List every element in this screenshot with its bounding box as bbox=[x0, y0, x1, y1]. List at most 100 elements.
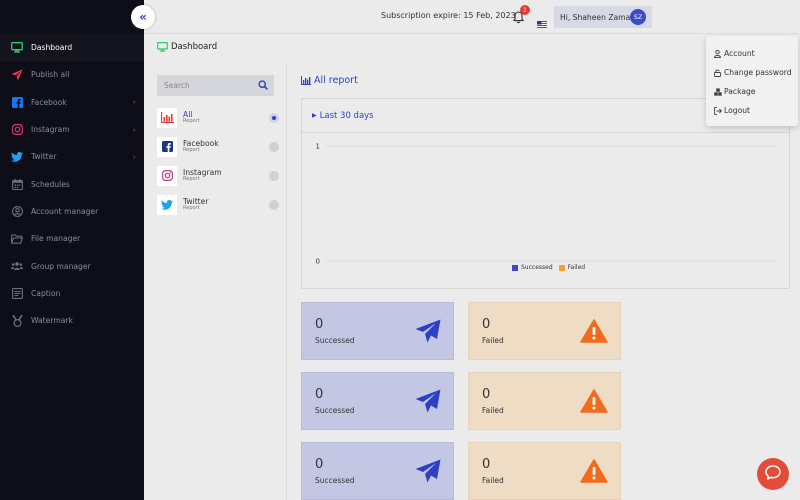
lock-icon bbox=[714, 69, 722, 77]
sidebar-item-label: Group manager bbox=[31, 261, 91, 271]
page-title: Dashboard bbox=[157, 42, 217, 52]
warning-icon bbox=[580, 389, 608, 417]
sidebar-item-label: File manager bbox=[31, 234, 81, 244]
filter-item-sub: Report bbox=[183, 117, 200, 124]
sidebar-item-label: Facebook bbox=[31, 97, 67, 107]
filter-item-all[interactable]: All Report bbox=[157, 105, 279, 130]
menu-item-change-password[interactable]: Change password bbox=[706, 63, 798, 82]
users-icon bbox=[11, 260, 23, 272]
twitter-icon bbox=[157, 194, 177, 215]
stat-card-failed: 0 Failed bbox=[468, 372, 621, 430]
stat-card-failed: 0 Failed bbox=[468, 442, 621, 500]
user-dropdown-menu: Account Change password Package Logout bbox=[706, 36, 798, 126]
bar-chart-icon bbox=[157, 107, 177, 128]
filter-radio[interactable] bbox=[269, 142, 279, 152]
filter-item-twitter[interactable]: Twitter Report bbox=[157, 192, 279, 217]
sidebar-item-dashboard[interactable]: Dashboard bbox=[0, 34, 144, 62]
stat-card-successed: 0 Successed bbox=[301, 302, 454, 360]
warning-icon bbox=[580, 319, 608, 347]
legend-label: Failed bbox=[567, 264, 586, 271]
bar-chart-icon bbox=[301, 76, 311, 85]
sidebar: Dashboard Publish all Facebook › Instagr… bbox=[0, 0, 144, 500]
sidebar-item-label: Schedules bbox=[31, 179, 70, 189]
chevron-right-icon: › bbox=[132, 152, 136, 162]
chart-plot-area: 10 Successed Failed bbox=[306, 133, 787, 283]
sidebar-item-file-manager[interactable]: File manager bbox=[0, 225, 144, 252]
period-label: Last 30 days bbox=[319, 110, 374, 121]
us-flag-icon[interactable] bbox=[537, 13, 547, 28]
menu-item-package[interactable]: Package bbox=[706, 82, 798, 101]
chart-legend: Successed Failed bbox=[512, 264, 591, 271]
chat-support-button[interactable] bbox=[757, 458, 789, 490]
sidebar-item-instagram[interactable]: Instagram › bbox=[0, 116, 144, 143]
menu-item-account[interactable]: Account bbox=[706, 44, 798, 63]
report-filter-panel: Search All Report Facebook Report Instag… bbox=[144, 62, 287, 500]
report-title: All report bbox=[301, 75, 358, 86]
subscription-expiry-text: Subscription expire: 15 Feb, 2023 bbox=[381, 11, 516, 20]
filter-item-sub: Report bbox=[183, 204, 200, 211]
sidebar-item-label: Dashboard bbox=[31, 43, 73, 53]
menu-item-label: Logout bbox=[724, 106, 750, 115]
folder-icon bbox=[11, 233, 23, 245]
filter-item-facebook[interactable]: Facebook Report bbox=[157, 134, 279, 159]
sidebar-item-facebook[interactable]: Facebook › bbox=[0, 89, 144, 116]
y-tick-label: 0 bbox=[316, 258, 320, 266]
legend-item-successed[interactable]: Successed bbox=[512, 264, 553, 271]
paper-plane-icon bbox=[415, 459, 441, 487]
sidebar-item-schedules[interactable]: Schedules bbox=[0, 170, 144, 197]
instagram-icon bbox=[157, 165, 177, 186]
sidebar-item-group-manager[interactable]: Group manager bbox=[0, 252, 144, 279]
monitor-icon bbox=[11, 42, 23, 54]
sidebar-item-publish-all[interactable]: Publish all bbox=[0, 61, 144, 88]
sidebar-item-twitter[interactable]: Twitter › bbox=[0, 143, 144, 170]
notification-count-badge: 1 bbox=[520, 5, 530, 15]
y-tick-label: 1 bbox=[316, 143, 320, 151]
instagram-icon bbox=[11, 124, 23, 136]
menu-item-label: Package bbox=[724, 87, 756, 96]
stat-card-successed: 0 Successed bbox=[301, 372, 454, 430]
cubes-icon bbox=[714, 87, 722, 96]
logout-icon bbox=[714, 106, 722, 115]
sidebar-item-account-manager[interactable]: Account manager bbox=[0, 198, 144, 225]
caret-right-icon: ▶ bbox=[312, 112, 317, 119]
legend-item-failed[interactable]: Failed bbox=[558, 264, 586, 271]
user-icon bbox=[714, 49, 722, 58]
double-chevron-left-icon: « bbox=[139, 10, 147, 24]
sidebar-logo-area bbox=[0, 0, 144, 34]
sidebar-item-label: Instagram bbox=[31, 125, 70, 135]
report-title-text: All report bbox=[314, 75, 358, 86]
chart-svg: 10 bbox=[316, 143, 781, 266]
sidebar-item-label: Twitter bbox=[31, 152, 57, 162]
search-input[interactable]: Search bbox=[157, 75, 274, 96]
filter-radio[interactable] bbox=[269, 171, 279, 181]
sidebar-item-caption[interactable]: Caption bbox=[0, 280, 144, 307]
sidebar-collapse-button[interactable]: « bbox=[131, 5, 155, 29]
sidebar-item-watermark[interactable]: Watermark bbox=[0, 307, 144, 334]
legend-swatch-failed bbox=[558, 264, 565, 271]
user-menu-toggle[interactable]: Hi, Shaheen Zaman SZ bbox=[554, 6, 652, 28]
filter-item-sub: Report bbox=[183, 146, 200, 153]
monitor-icon bbox=[157, 42, 168, 52]
paper-plane-icon bbox=[11, 69, 23, 81]
search-placeholder: Search bbox=[164, 81, 190, 90]
medal-icon bbox=[11, 314, 23, 327]
filter-item-instagram[interactable]: Instagram Report bbox=[157, 163, 279, 188]
filter-radio[interactable] bbox=[269, 200, 279, 210]
legend-swatch-successed bbox=[512, 264, 518, 271]
facebook-icon bbox=[157, 136, 177, 157]
caption-icon bbox=[11, 287, 23, 299]
user-circle-icon bbox=[11, 205, 23, 217]
search-icon[interactable] bbox=[258, 80, 268, 92]
user-greeting: Hi, Shaheen Zaman bbox=[560, 12, 636, 22]
facebook-icon bbox=[11, 96, 23, 108]
filter-radio[interactable] bbox=[269, 113, 279, 123]
warning-icon bbox=[580, 459, 608, 487]
paper-plane-icon bbox=[415, 319, 441, 347]
stat-card-successed: 0 Successed bbox=[301, 442, 454, 500]
menu-item-logout[interactable]: Logout bbox=[706, 101, 798, 120]
report-chart-card: ▶ Last 30 days 10 Successed Failed bbox=[301, 98, 790, 289]
filter-item-sub: Report bbox=[183, 175, 200, 182]
sidebar-item-label: Publish all bbox=[31, 70, 70, 80]
sidebar-item-label: Caption bbox=[31, 288, 61, 298]
menu-item-label: Change password bbox=[724, 68, 792, 77]
